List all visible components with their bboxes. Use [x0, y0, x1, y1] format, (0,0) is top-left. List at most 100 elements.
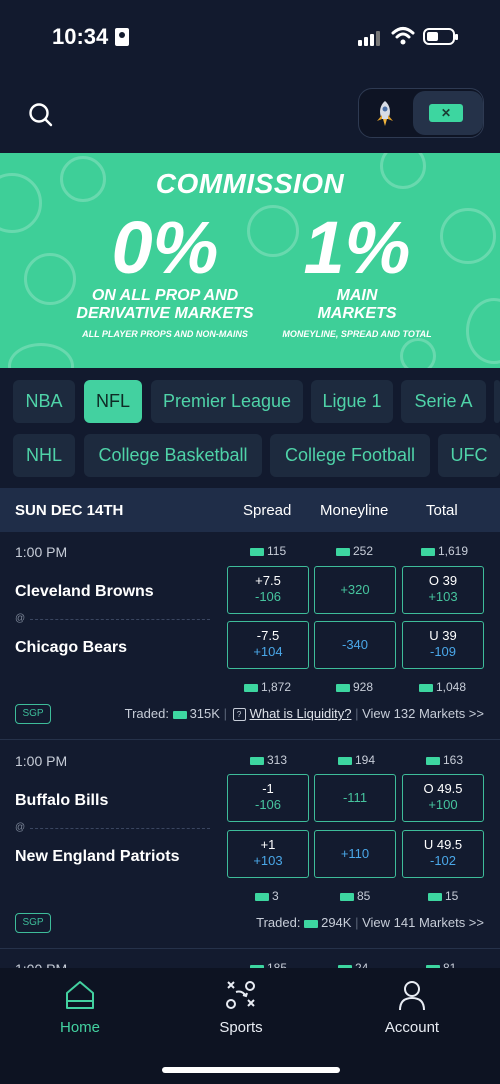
spread-line: -1 — [262, 781, 274, 796]
cash-icon — [336, 683, 350, 692]
game-time: 1:00 PM — [15, 753, 68, 769]
volume-value: 1,048 — [436, 680, 467, 694]
sports-play-icon — [226, 981, 255, 1009]
home-total-button[interactable]: U 49.5 -102 — [402, 830, 484, 878]
home-spread-button[interactable]: -7.5 +104 — [227, 621, 309, 669]
cash-icon — [419, 683, 433, 692]
liquidity-link[interactable]: What is Liquidity? — [250, 706, 352, 721]
cash-tab[interactable]: ✕ — [413, 91, 483, 135]
traded-amount: 315K — [189, 706, 220, 721]
total-odds: -109 — [429, 644, 457, 659]
volume: 3 — [255, 889, 279, 903]
spread-odds: -106 — [254, 589, 282, 604]
view-markets-link[interactable]: View 132 Markets >> — [362, 706, 484, 721]
banner-right-note: MONEYLINE, SPREAD AND TOTAL — [282, 329, 432, 339]
volume: 313 — [250, 753, 287, 767]
home-moneyline-button[interactable]: -340 — [314, 621, 396, 669]
league-chip-ligue-1[interactable]: Ligue 1 — [311, 380, 393, 423]
at-symbol: @ — [15, 613, 26, 624]
banner-right-sub: MAIN MARKETS — [282, 287, 432, 323]
total-odds: +100 — [428, 797, 458, 812]
home-team[interactable]: Chicago Bears — [15, 639, 127, 657]
volume-value: 1,872 — [261, 680, 292, 694]
banner-left-percent: 0% — [111, 206, 219, 289]
away-moneyline-button[interactable]: +320 — [314, 566, 396, 614]
volume: 194 — [338, 753, 375, 767]
league-chip-premier-league[interactable]: Premier League — [151, 380, 303, 423]
game-time: 1:00 PM — [15, 544, 68, 560]
away-total-button[interactable]: O 49.5 +100 — [402, 774, 484, 822]
league-chip-college-football[interactable]: College Football — [270, 434, 430, 477]
rocket-icon[interactable] — [373, 99, 397, 127]
volume: 1,048 — [419, 680, 466, 694]
home-moneyline-button[interactable]: +110 — [314, 830, 396, 878]
sgp-badge[interactable]: SGP — [15, 704, 51, 724]
league-chip-nhl[interactable]: NHL — [13, 434, 75, 477]
home-total-button[interactable]: U 39 -109 — [402, 621, 484, 669]
away-team[interactable]: Cleveland Browns — [15, 583, 154, 601]
cash-icon — [426, 756, 440, 765]
volume-value: 194 — [355, 753, 376, 767]
cash-icon — [304, 919, 319, 928]
view-markets-link[interactable]: View 141 Markets >> — [362, 915, 484, 930]
currency-toggle[interactable]: ✕ — [358, 88, 484, 138]
cellular-signal-icon — [358, 30, 382, 46]
spread-line: +7.5 — [255, 573, 281, 588]
game-footer: Traded: 315K | ? What is Liquidity? | Vie… — [124, 706, 484, 722]
league-chip-ufc[interactable]: UFC — [438, 434, 500, 477]
away-total-button[interactable]: O 39 +103 — [402, 566, 484, 614]
game-footer: Traded: 294K | View 141 Markets >> — [256, 915, 484, 930]
promo-banner[interactable]: COMMISSION 0% 1% ON ALL PROP AND DERIVAT… — [0, 153, 500, 368]
banner-right-percent: 1% — [303, 206, 411, 289]
home-team[interactable]: New England Patriots — [15, 848, 179, 866]
moneyline-odds: -111 — [342, 790, 368, 805]
away-spread-button[interactable]: -1 -106 — [227, 774, 309, 822]
cash-icon — [340, 892, 354, 901]
league-chip-serie-a[interactable]: Serie A — [401, 380, 486, 423]
league-chip-college-basketball[interactable]: College Basketball — [84, 434, 262, 477]
tab-account[interactable]: Account — [352, 978, 472, 1036]
search-icon[interactable] — [26, 100, 56, 130]
away-team[interactable]: Buffalo Bills — [15, 792, 108, 810]
id-card-icon — [115, 28, 129, 46]
spread-line: -7.5 — [256, 628, 280, 643]
volume-value: 163 — [443, 753, 464, 767]
league-chip-partial[interactable] — [494, 380, 500, 423]
volume-value: 15 — [445, 889, 459, 903]
at-symbol: @ — [15, 822, 26, 833]
moneyline-odds: +320 — [340, 582, 370, 597]
tab-sports[interactable]: Sports — [181, 978, 301, 1036]
banner-right-sub-line2: MARKETS — [317, 305, 397, 322]
divider — [30, 828, 210, 829]
tab-home[interactable]: Home — [20, 978, 140, 1036]
home-spread-button[interactable]: +1 +103 — [227, 830, 309, 878]
help-icon[interactable]: ? — [232, 708, 246, 722]
banner-left-note: ALL PLAYER PROPS AND NON-MAINS — [82, 329, 248, 339]
cash-icon — [172, 710, 187, 719]
banner-title: COMMISSION — [155, 168, 345, 199]
date-header: SUN DEC 14TH Spread Moneyline Total — [0, 488, 500, 532]
volume-value: 928 — [353, 680, 374, 694]
cash-icon — [336, 547, 350, 556]
tab-account-label: Account — [384, 1019, 440, 1036]
sgp-badge[interactable]: SGP — [15, 913, 51, 933]
away-spread-button[interactable]: +7.5 -106 — [227, 566, 309, 614]
home-indicator — [162, 1067, 340, 1073]
moneyline-column-header: Moneyline — [320, 502, 389, 519]
total-odds: -102 — [429, 853, 457, 868]
traded-label: Traded: — [256, 915, 301, 930]
league-chip-nfl[interactable]: NFL — [84, 380, 142, 423]
date-label: SUN DEC 14TH — [15, 502, 124, 519]
volume: 115 — [250, 544, 286, 558]
cash-icon — [338, 756, 352, 765]
volume: 1,872 — [244, 680, 291, 694]
total-odds: +103 — [428, 589, 458, 604]
league-chip-nba[interactable]: NBA — [13, 380, 75, 423]
banner-left-sub: ON ALL PROP AND DERIVATIVE MARKETS — [40, 287, 290, 323]
cash-icon — [250, 756, 264, 765]
away-moneyline-button[interactable]: -111 — [314, 774, 396, 822]
spread-odds: +103 — [253, 853, 283, 868]
volume-value: 3 — [272, 889, 279, 903]
cash-icon — [255, 892, 269, 901]
spread-line: +1 — [260, 837, 276, 852]
